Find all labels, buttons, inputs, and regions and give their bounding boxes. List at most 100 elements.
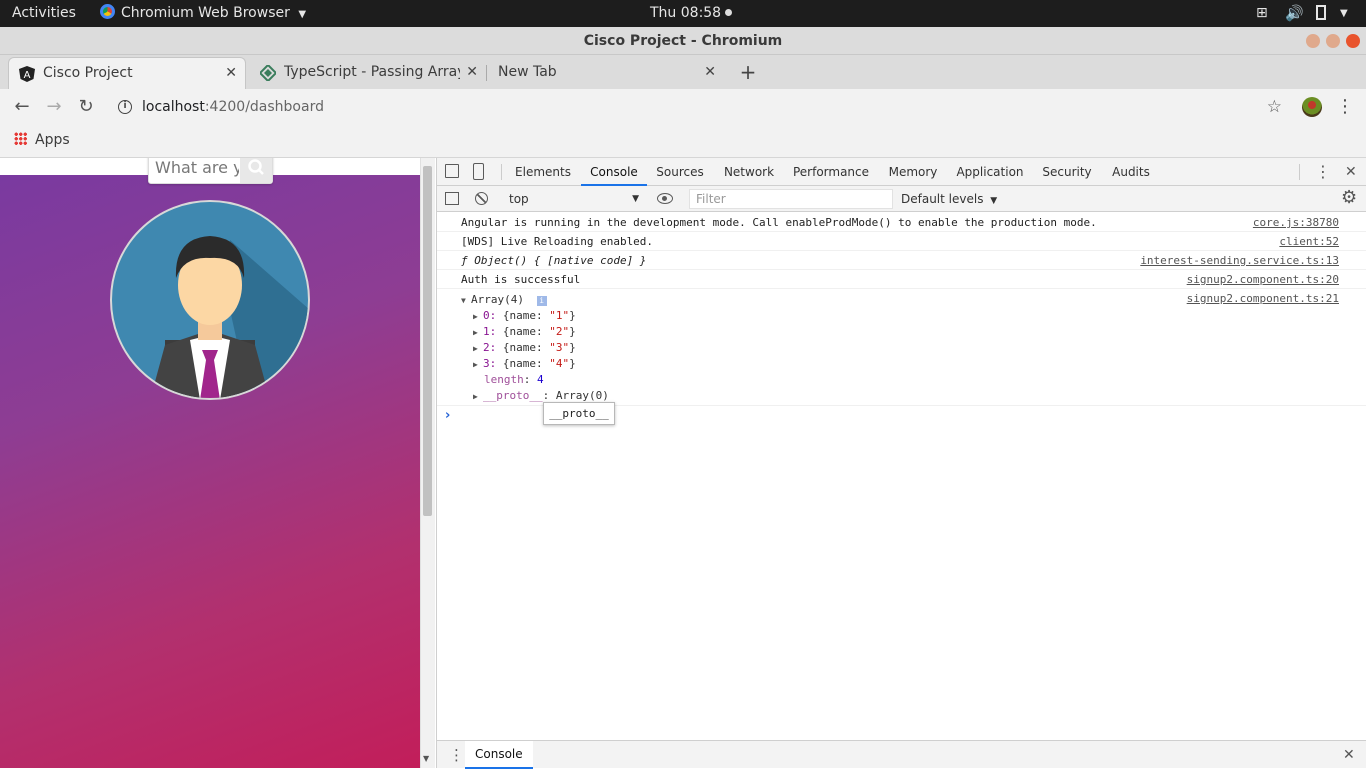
window-title-bar: Cisco Project - Chromium — [0, 27, 1366, 55]
search-icon — [248, 159, 264, 175]
maximize-button[interactable] — [1326, 34, 1340, 48]
tab-security[interactable]: Security — [1037, 158, 1097, 186]
message-text: Auth is successful — [461, 273, 581, 286]
message-source-link[interactable]: signup2.component.ts:20 — [1187, 270, 1339, 289]
tab-sources[interactable]: Sources — [651, 158, 709, 186]
tab-console[interactable]: Console — [581, 158, 647, 186]
console-toolbar: top ▼ Filter Default levels ▼ ⚙ — [437, 186, 1366, 212]
new-tab-plus-icon[interactable]: + — [738, 57, 758, 87]
message-source-link[interactable]: interest-sending.service.ts:13 — [1140, 251, 1339, 270]
context-label: top — [509, 192, 529, 206]
array-item[interactable]: ▶ 0: {name: "1"} — [473, 308, 576, 324]
item-value: "2" — [549, 325, 570, 338]
tab-memory[interactable]: Memory — [883, 158, 943, 186]
inspect-element-icon[interactable] — [445, 164, 459, 178]
scroll-down-arrow-icon[interactable]: ▼ — [423, 754, 429, 763]
item-key: {name: — [502, 357, 550, 370]
device-toolbar-icon[interactable] — [473, 163, 484, 180]
url-path: :4200/dashboard — [204, 99, 324, 115]
console-filter-input[interactable]: Filter — [689, 189, 893, 209]
page-scrollbar-thumb[interactable] — [423, 166, 432, 516]
close-tab-icon[interactable]: ✕ — [466, 57, 478, 87]
tab-typescript[interactable]: TypeScript - Passing Array ✕ — [250, 57, 486, 89]
item-index: 3: — [483, 357, 497, 370]
console-message: [WDS] Live Reloading enabled. client:52 — [437, 232, 1366, 251]
notification-dot-icon — [725, 9, 733, 16]
forward-arrow-icon[interactable]: → — [42, 95, 66, 119]
close-tab-icon[interactable]: ✕ — [225, 58, 237, 88]
system-menu-chevron-icon[interactable]: ▼ — [1340, 0, 1348, 27]
proto-key: __proto__ — [483, 389, 543, 402]
item-end: } — [569, 357, 576, 370]
minimize-button[interactable] — [1306, 34, 1320, 48]
item-value: "4" — [549, 357, 570, 370]
volume-icon[interactable]: 🔊 — [1285, 0, 1304, 27]
array-item[interactable]: ▶ 3: {name: "4"} — [473, 356, 576, 372]
message-source-link[interactable]: signup2.component.ts:21 — [1187, 289, 1339, 308]
close-tab-icon[interactable]: ✕ — [704, 57, 716, 87]
devtools-panel: Elements Console Sources Network Perform… — [436, 158, 1366, 769]
app-menu[interactable]: Chromium Web Browser ▼ — [100, 0, 306, 27]
search-button[interactable] — [240, 158, 272, 183]
message-source-link[interactable]: core.js:38780 — [1253, 213, 1339, 232]
battery-icon[interactable] — [1316, 0, 1326, 27]
search-input[interactable]: What are yo — [155, 158, 239, 183]
apps-shortcut[interactable]: Apps — [14, 125, 70, 157]
dropdown-arrow-icon: ▼ — [990, 196, 998, 206]
clock[interactable]: Thu 08:58 — [650, 0, 733, 27]
array-header[interactable]: ▼ Array(4) i — [461, 292, 547, 308]
info-icon[interactable]: i — [118, 100, 132, 114]
live-expression-eye-icon[interactable] — [657, 193, 673, 204]
search-box[interactable]: What are yo — [148, 158, 273, 184]
item-value: "1" — [549, 309, 570, 322]
array-item[interactable]: ▶ 2: {name: "3"} — [473, 340, 576, 356]
console-message: Angular is running in the development mo… — [437, 213, 1366, 232]
item-key: {name: — [502, 309, 550, 322]
site-diamond-icon — [260, 65, 276, 81]
tab-audits[interactable]: Audits — [1107, 158, 1155, 186]
tab-cisco-project[interactable]: A Cisco Project ✕ — [8, 57, 246, 89]
tab-divider — [486, 65, 487, 81]
collapsed-triangle-icon: ▶ — [473, 312, 478, 321]
close-devtools-icon[interactable]: ✕ — [1345, 158, 1357, 186]
network-icon[interactable]: ⊞ — [1256, 0, 1268, 27]
message-text: Angular is running in the development mo… — [461, 216, 1097, 229]
profile-avatar-image — [110, 200, 310, 400]
tab-new-tab[interactable]: New Tab ✕ — [488, 57, 724, 89]
activities-button[interactable]: Activities — [12, 0, 76, 27]
message-source-link[interactable]: client:52 — [1279, 232, 1339, 251]
more-vertical-icon[interactable]: ⋮ — [1336, 95, 1354, 119]
sidebar-toggle-icon[interactable] — [445, 192, 459, 205]
log-levels-label: Default levels — [901, 192, 984, 206]
devtools-tab-bar: Elements Console Sources Network Perform… — [437, 158, 1366, 186]
length-value: 4 — [537, 373, 544, 386]
url-host: localhost — [142, 99, 205, 115]
profile-avatar[interactable] — [1302, 97, 1322, 117]
reload-icon[interactable]: ↻ — [74, 95, 98, 119]
expanded-triangle-icon: ▼ — [461, 296, 466, 305]
length-key: length — [484, 373, 524, 386]
system-top-bar: Activities Chromium Web Browser ▼ Thu 08… — [0, 0, 1366, 27]
item-end: } — [569, 309, 576, 322]
close-drawer-icon[interactable]: ✕ — [1343, 741, 1355, 769]
prompt-chevron-icon: › — [445, 408, 451, 423]
drawer-menu-icon[interactable]: ⋮ — [449, 741, 464, 769]
clear-console-icon[interactable] — [475, 192, 488, 205]
tab-application[interactable]: Application — [953, 158, 1027, 186]
tooltip: __proto__ — [543, 402, 615, 425]
item-end: } — [569, 325, 576, 338]
drawer-tab-console[interactable]: Console — [465, 741, 533, 769]
console-settings-gear-icon[interactable]: ⚙ — [1341, 187, 1357, 209]
tab-network[interactable]: Network — [719, 158, 779, 186]
context-selector[interactable]: top ▼ — [503, 189, 643, 209]
devtools-menu-icon[interactable]: ⋮ — [1315, 158, 1331, 186]
tab-performance[interactable]: Performance — [789, 158, 873, 186]
bookmark-star-icon[interactable]: ☆ — [1267, 92, 1282, 122]
back-arrow-icon[interactable]: ← — [10, 95, 34, 119]
close-window-button[interactable] — [1346, 34, 1360, 48]
log-levels-dropdown[interactable]: Default levels ▼ — [901, 189, 997, 209]
array-item[interactable]: ▶ 1: {name: "2"} — [473, 324, 576, 340]
tab-elements[interactable]: Elements — [511, 158, 575, 186]
address-bar[interactable]: i localhost:4200/dashboard ☆ — [110, 92, 1290, 122]
collapsed-triangle-icon: ▶ — [473, 360, 478, 369]
